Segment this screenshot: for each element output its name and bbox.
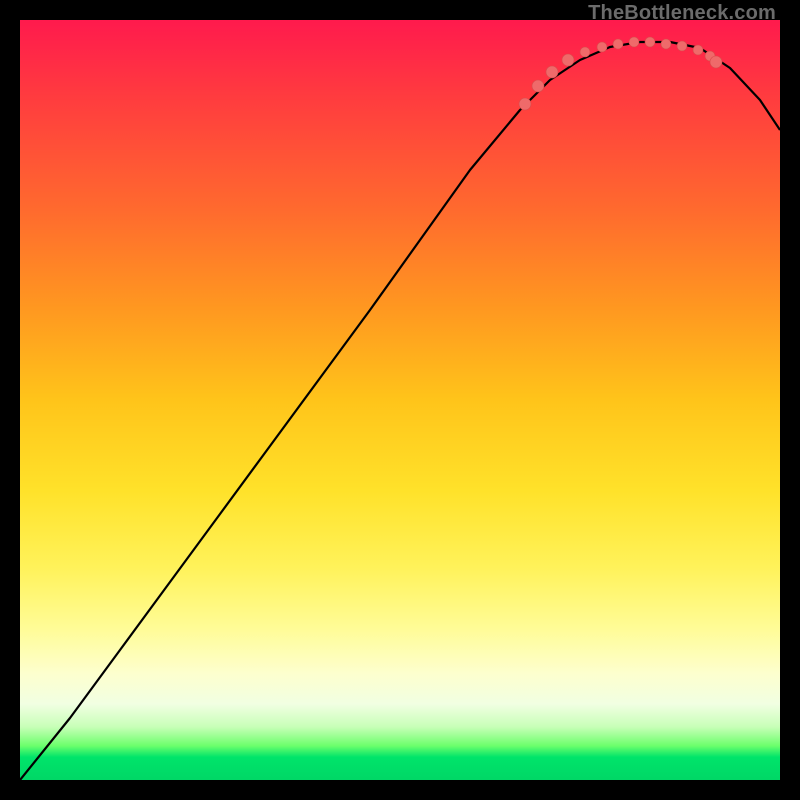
chart-frame <box>20 20 780 780</box>
heat-gradient-background <box>20 20 780 780</box>
